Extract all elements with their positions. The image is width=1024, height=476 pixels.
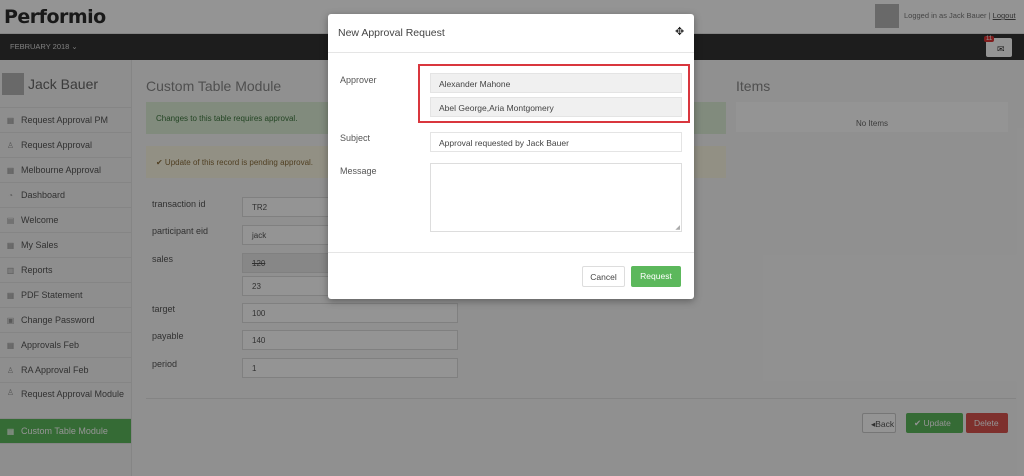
approver-label: Approver xyxy=(340,75,377,85)
message-textarea[interactable]: ◢ xyxy=(430,163,682,232)
move-icon[interactable]: ✥ xyxy=(675,25,684,38)
modal-header-divider xyxy=(328,52,694,53)
message-label: Message xyxy=(340,166,377,176)
modal-footer-divider xyxy=(328,252,694,253)
approver-field-1[interactable]: Alexander Mahone xyxy=(430,73,682,93)
subject-label: Subject xyxy=(340,133,371,143)
modal-title: New Approval Request xyxy=(338,27,445,39)
subject-input[interactable]: Approval requested by Jack Bauer xyxy=(430,132,682,152)
resize-grip-icon[interactable]: ◢ xyxy=(675,224,680,231)
request-button[interactable]: Request xyxy=(631,266,681,287)
approver-field-2[interactable]: Abel George,Aria Montgomery xyxy=(430,97,682,117)
approval-request-modal: New Approval Request ✥ Approver Alexande… xyxy=(328,14,694,299)
cancel-button[interactable]: Cancel xyxy=(582,266,625,287)
